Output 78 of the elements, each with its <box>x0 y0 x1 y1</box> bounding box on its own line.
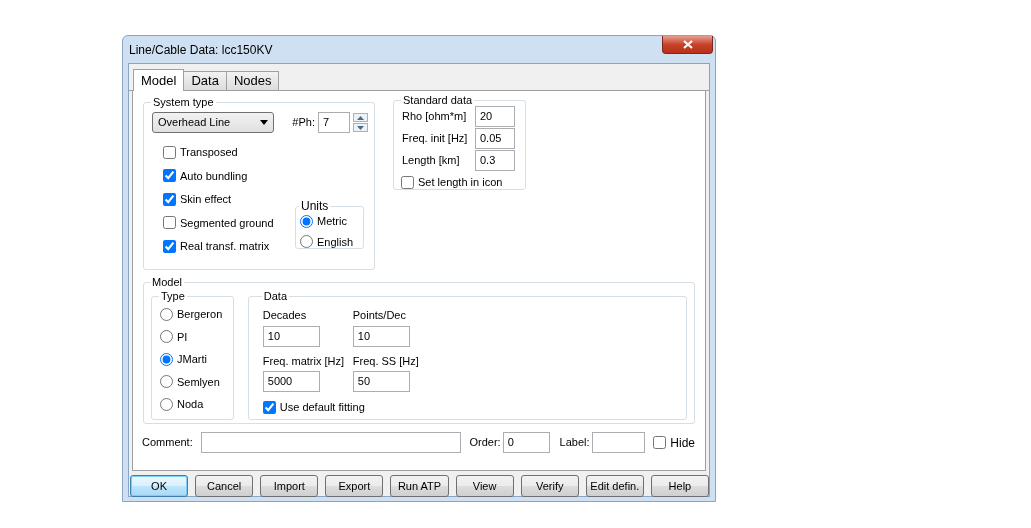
tab[interactable]: Model <box>133 69 185 91</box>
spin-buttons[interactable] <box>353 113 368 132</box>
dialog-button[interactable]: Cancel <box>195 475 254 497</box>
group-title: Units <box>300 200 330 212</box>
checkbox-label: Set length in icon <box>418 175 503 190</box>
field-label: Freq. init [Hz] <box>402 131 468 147</box>
radio-button-label: Semlyen <box>177 374 220 390</box>
field-label: Freq. SS [Hz] <box>352 353 420 369</box>
field-label: Comment: <box>142 435 193 451</box>
field-label: Decades <box>262 308 308 323</box>
radio-button-label: JMarti <box>177 352 207 367</box>
text-field[interactable]: 0.05 <box>475 128 515 149</box>
checkbox-label: Auto bundling <box>180 168 248 184</box>
dialog-button[interactable]: OK <box>130 475 189 497</box>
checkbox-label: Use default fitting <box>279 400 365 415</box>
tab[interactable]: Data <box>183 71 227 90</box>
radio-button[interactable] <box>160 307 173 321</box>
field-label: Order: <box>469 435 501 451</box>
window-title: Line/Cable Data: lcc150KV <box>128 41 273 59</box>
up-arrow-icon <box>357 115 364 120</box>
dialog-button[interactable]: View <box>455 475 514 497</box>
radio-button-label: Bergeron <box>177 307 223 322</box>
dialog-button[interactable]: Import <box>260 475 319 497</box>
label-field[interactable] <box>591 432 646 453</box>
phases-field[interactable]: 7 <box>318 112 350 133</box>
checkbox[interactable] <box>163 216 176 230</box>
checkbox[interactable] <box>163 169 176 183</box>
group-title: System type <box>152 96 215 108</box>
radio-button[interactable] <box>300 235 313 249</box>
group-title: Model <box>151 276 183 288</box>
checkbox-label: Real transf. matrix <box>180 239 270 254</box>
radio-button[interactable] <box>160 397 173 411</box>
checkbox[interactable] <box>163 192 176 206</box>
text-field[interactable]: 0.3 <box>475 150 515 171</box>
checkbox[interactable] <box>163 239 176 253</box>
text-field[interactable]: 10 <box>352 325 410 347</box>
close-icon <box>682 40 693 49</box>
radio-button[interactable] <box>300 214 313 228</box>
group-title: Type <box>160 290 186 302</box>
radio-button-label: Metric <box>317 214 347 229</box>
checkbox[interactable] <box>401 175 414 189</box>
checkbox-label: Skin effect <box>180 192 232 207</box>
radio-button-label: PI <box>177 329 188 345</box>
radio-button-label: English <box>317 234 354 250</box>
tab[interactable]: Nodes <box>225 71 280 90</box>
comment-field[interactable] <box>200 432 462 453</box>
group-title: Data <box>262 290 288 302</box>
text-field[interactable]: 20 <box>475 106 515 127</box>
field-label: Freq. matrix [Hz] <box>262 353 346 369</box>
close-button[interactable] <box>662 36 713 54</box>
dialog-button[interactable]: Verify <box>520 475 579 497</box>
radio-button-label: Noda <box>177 397 204 412</box>
text-field[interactable]: 50 <box>352 371 410 392</box>
dialog-button[interactable]: Help <box>650 475 709 497</box>
group-title: Standard data <box>402 94 474 106</box>
system-type-dropdown[interactable]: Overhead Line <box>152 112 275 133</box>
checkbox[interactable] <box>653 436 667 449</box>
radio-button[interactable] <box>160 330 173 344</box>
radio-button[interactable] <box>160 375 173 389</box>
field-label: #Ph: <box>292 115 315 131</box>
radio-button[interactable] <box>160 352 173 366</box>
text-field[interactable]: 5000 <box>262 371 320 392</box>
down-arrow-icon <box>357 125 364 130</box>
dialog-button[interactable]: Export <box>325 475 384 497</box>
caret-icon <box>260 120 269 125</box>
checkbox[interactable] <box>163 145 176 159</box>
checkbox-label: Hide <box>670 434 695 452</box>
field-label: Rho [ohm*m] <box>402 109 467 125</box>
checkbox-label: Transposed <box>180 145 238 160</box>
field-label: Points/Dec <box>352 308 407 323</box>
field-label: Length [km] <box>402 153 460 169</box>
dialog-button[interactable]: Run ATP <box>390 475 449 497</box>
field-label: Label: <box>559 435 590 451</box>
dialog-button[interactable]: Edit defin. <box>585 475 644 497</box>
order-field[interactable]: 0 <box>502 432 550 453</box>
checkbox[interactable] <box>262 400 276 414</box>
checkbox-label: Segmented ground <box>180 215 274 231</box>
text-field[interactable]: 10 <box>262 325 320 347</box>
